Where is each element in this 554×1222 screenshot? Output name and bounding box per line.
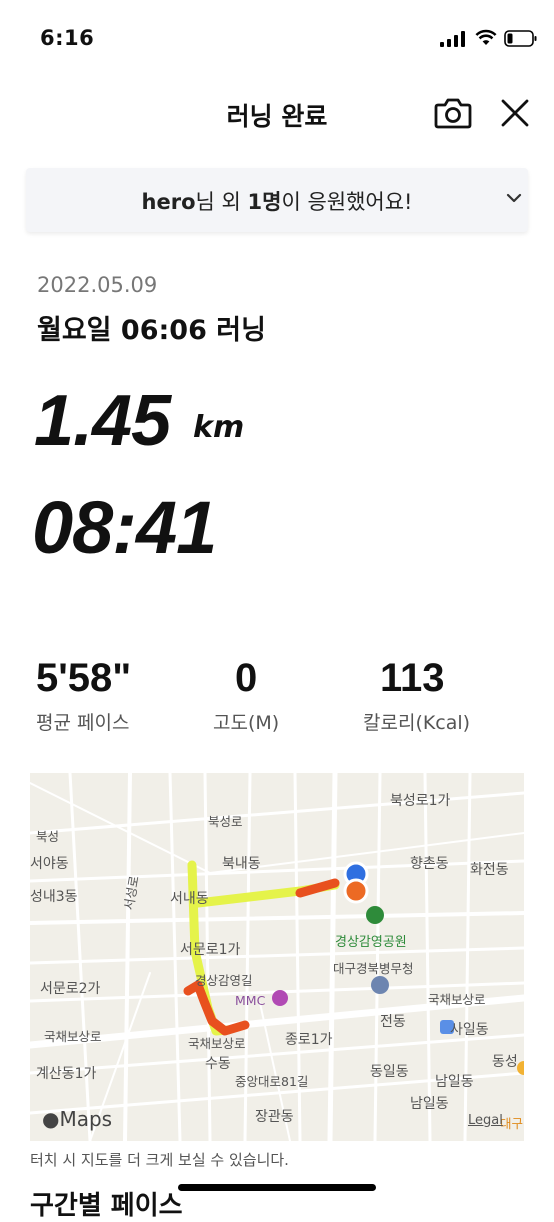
legal-link[interactable]: Legal [468, 1113, 503, 1128]
map-label: 국채보상로 [428, 992, 486, 1007]
status-time: 6:16 [40, 26, 95, 50]
run-distance-unit: km [193, 410, 245, 445]
cheer-banner[interactable]: hero님 외 1명이 응원했어요! [26, 168, 528, 232]
map-label: 종로1가 [285, 1032, 333, 1048]
map-label: 사일동 [450, 1022, 489, 1038]
mmc-marker-icon [272, 990, 288, 1006]
section-heading: 구간별 페이스 [30, 1191, 183, 1221]
run-duration: 08:41 [32, 486, 217, 569]
run-date: 2022.05.09 [37, 273, 158, 297]
map-label: 중앙대로81길 [235, 1074, 309, 1089]
office-marker-icon [371, 976, 389, 994]
cellular-signal-icon [440, 31, 465, 47]
map-label: 수동 [205, 1056, 231, 1072]
map-label: 대구경북병무청 [333, 961, 414, 976]
map-label: 남일동 [410, 1096, 449, 1112]
cheer-user: hero [141, 190, 196, 214]
avg-pace-label: 평균 페이스 [36, 712, 130, 734]
map-label: 북성로1가 [390, 793, 451, 809]
calories-label: 칼로리(Kcal) [363, 712, 471, 734]
run-distance: 1.45 [34, 381, 171, 461]
chevron-down-icon [506, 193, 522, 203]
avg-pace-value: 5'58" [36, 656, 132, 700]
cheer-text-b: 이 응원했어요! [281, 190, 413, 214]
map-label: MMC [235, 993, 266, 1008]
map-label: 경상감영공원 [335, 935, 407, 950]
map-label: 대구 [500, 1116, 524, 1131]
map-label: 국채보상로 [188, 1036, 246, 1051]
map-label: 성내3동 [30, 889, 78, 905]
apple-logo-icon: ● [42, 1107, 60, 1131]
elevation-label: 고도(M) [213, 712, 280, 734]
route-map[interactable]: 북성로1가 북성로 북성 서야동 성내3동 북내동 향촌동 화전동 서내동 서성… [30, 773, 524, 1141]
calories-value: 113 [380, 656, 445, 700]
map-label: 북내동 [222, 856, 261, 872]
route-end-pin [343, 878, 369, 904]
map-label: 서내동 [170, 891, 209, 907]
status-bar: 6:16 [0, 0, 554, 70]
apple-maps-logo: ●Maps [42, 1107, 112, 1131]
map-label: 향촌동 [410, 856, 449, 872]
cheer-text: hero님 외 1명이 응원했어요! [26, 186, 528, 216]
maps-brand: Maps [59, 1107, 113, 1131]
map-label: 경상감영길 [195, 973, 253, 988]
map-label: 동성 [492, 1054, 518, 1070]
cheer-text-a: 님 외 [195, 190, 248, 214]
map-label: 화전동 [470, 862, 509, 878]
map-label: 북성 [36, 829, 60, 844]
map-label: 남일동 [435, 1074, 474, 1090]
map-label: 서문로2가 [40, 981, 101, 997]
map-label: 계산동1가 [36, 1066, 97, 1082]
map-hint: 터치 시 지도를 더 크게 보실 수 있습니다. [30, 1151, 289, 1169]
map-label: 장관동 [255, 1109, 294, 1125]
map-label: 동일동 [370, 1064, 409, 1080]
park-marker-icon [366, 906, 384, 924]
map-label: 북성로 [208, 814, 243, 829]
home-indicator[interactable] [178, 1184, 376, 1191]
cheer-count: 1명 [247, 190, 282, 214]
header: 러닝 완료 [0, 80, 554, 140]
map-label: 전동 [380, 1014, 406, 1030]
map-label: 서문로1가 [180, 942, 241, 958]
battery-icon [504, 30, 537, 47]
run-name: 월요일 06:06 러닝 [37, 315, 266, 346]
wifi-icon [475, 29, 497, 45]
map-label: 국채보상로 [44, 1029, 102, 1044]
close-icon[interactable] [498, 96, 532, 130]
elevation-value: 0 [235, 656, 258, 700]
map-label: 서야동 [30, 856, 69, 872]
camera-icon[interactable] [434, 96, 472, 130]
